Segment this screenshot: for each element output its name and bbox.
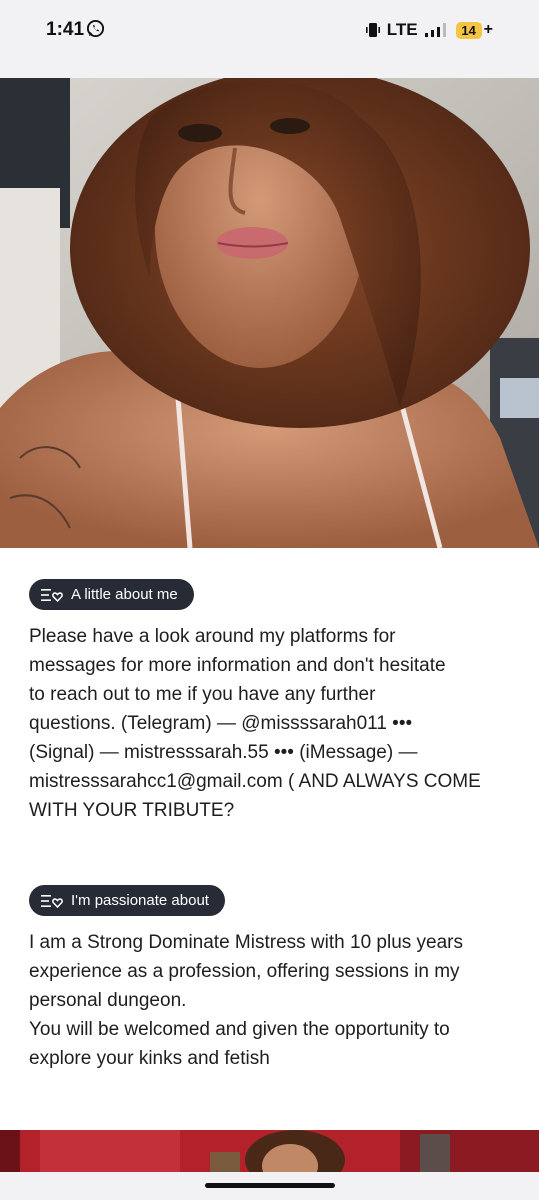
about-text: Please have a look around my platforms f… (29, 626, 481, 821)
whatsapp-icon (86, 19, 105, 38)
battery-charging-plus: + (483, 21, 493, 38)
status-bar: 1:41 LTE 14 + (0, 0, 539, 78)
passion-section: I'm passionate about I am a Strong Domin… (29, 885, 509, 1073)
signal-icon (424, 23, 446, 37)
network-type: LTE (386, 20, 418, 39)
vibrate-icon (365, 23, 380, 37)
about-section: A little about me Please have a look aro… (29, 579, 509, 825)
home-indicator[interactable] (205, 1183, 335, 1188)
profile-photo[interactable] (0, 78, 539, 548)
status-indicators: LTE 14 + (365, 19, 493, 41)
list-heart-icon (41, 894, 63, 908)
battery-icon: 14 + (455, 21, 493, 39)
about-chip: A little about me (29, 579, 194, 610)
status-time: 1:41 (46, 19, 85, 40)
next-photo[interactable] (0, 1130, 539, 1172)
passion-text: I am a Strong Dominate Mistress with 10 … (29, 932, 464, 1069)
system-nav-bar (0, 1172, 539, 1200)
about-chip-label: A little about me (71, 586, 178, 603)
list-heart-icon (41, 588, 63, 602)
profile-photo-illustration (0, 78, 539, 548)
passion-chip: I'm passionate about (29, 885, 225, 916)
passion-chip-label: I'm passionate about (71, 892, 209, 909)
next-photo-illustration (0, 1130, 539, 1172)
battery-level: 14 (455, 21, 482, 39)
